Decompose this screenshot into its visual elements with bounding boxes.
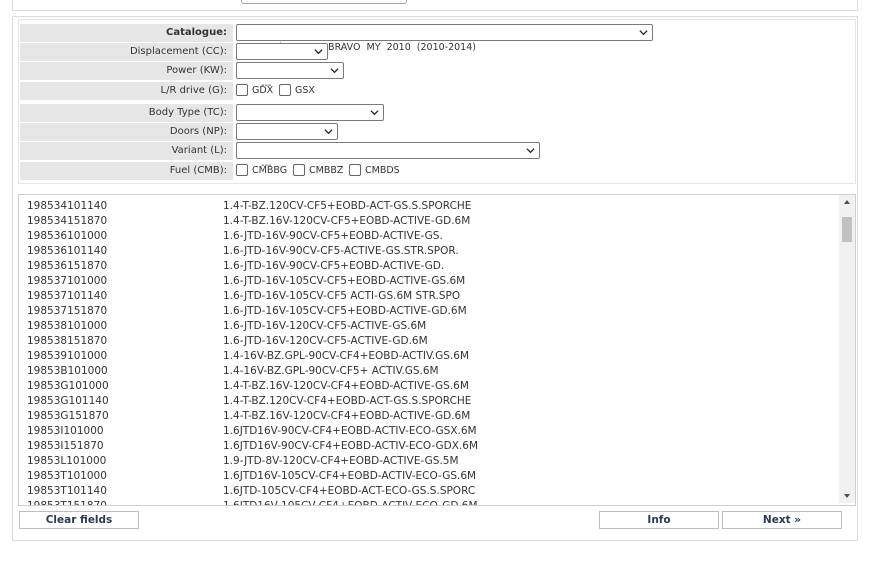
scroll-down-arrow-icon[interactable] bbox=[839, 489, 855, 503]
previous-input-edge bbox=[241, 0, 407, 4]
previous-section-frame bbox=[12, 0, 858, 11]
scrollbar-thumb[interactable] bbox=[842, 217, 852, 242]
cmbbg-checkbox[interactable] bbox=[236, 164, 248, 176]
vertical-scrollbar[interactable] bbox=[839, 195, 855, 503]
catalogue-select[interactable]: 3Y | NUOVA BRAVO MY 2010 (2010-2014) bbox=[236, 24, 653, 53]
list-item-description: 1.4-16V-BZ.GPL-90CV-CF5+ ACTIV.GS.6M bbox=[223, 365, 439, 377]
list-item-description: 1.9-JTD-8V-120CV-CF4+EOBD-ACTIVE-GS.5M bbox=[223, 455, 459, 467]
clear-fields-button[interactable]: Clear fields bbox=[19, 511, 139, 529]
list-item-description: 1.4-T-BZ.120CV-CF4+EOBD-ACT-GS.S.SPORCHE bbox=[223, 395, 472, 407]
list-item-description: 1.6-JTD-16V-120CV-CF5-ACTIVE-GD.6M bbox=[223, 335, 428, 347]
list-item-code: 198536151870 bbox=[27, 260, 108, 272]
list-item-code: 198534101140 bbox=[27, 200, 108, 212]
body-type-select[interactable]: --- bbox=[236, 104, 384, 133]
chevron-down-icon bbox=[526, 148, 535, 154]
chevron-down-icon bbox=[639, 30, 648, 36]
body-type-row: Body Type (TC): --- bbox=[19, 104, 855, 133]
list-item-code: 19853G101000 bbox=[27, 380, 109, 392]
list-item-code: 19853B101000 bbox=[27, 365, 108, 377]
doors-label: Doors (NP): bbox=[20, 123, 233, 141]
displacement-row: Displacement (CC): --- bbox=[19, 43, 855, 72]
catalogue-label: Catalogue: bbox=[20, 24, 233, 42]
doors-select[interactable]: --- bbox=[236, 123, 338, 152]
filter-form: Catalogue: 3Y | NUOVA BRAVO MY 2010 (201… bbox=[18, 19, 856, 184]
list-item-code: 198538151870 bbox=[27, 335, 108, 347]
displacement-select[interactable]: --- bbox=[236, 43, 328, 72]
gdx-label: GDX bbox=[252, 85, 274, 96]
variant-select[interactable]: --- bbox=[236, 142, 540, 171]
list-item-code: 198538101000 bbox=[27, 320, 108, 332]
gdx-checkbox[interactable] bbox=[236, 84, 248, 96]
list-item-code: 19853T101140 bbox=[27, 485, 107, 497]
list-item-description: 1.6-JTD-16V-120CV-CF5-ACTIVE-GS.6M bbox=[223, 320, 427, 332]
fuel-row: Fuel (CMB): CMBBG CMBBZ CMBDS bbox=[19, 162, 855, 180]
list-item-code: 198536101140 bbox=[27, 245, 108, 257]
lr-drive-row: L/R drive (G): GDX GSX bbox=[19, 82, 855, 100]
list-item-description: 1.4-T-BZ.16V-120CV-CF5+EOBD-ACTIVE-GD.6M bbox=[223, 215, 471, 227]
chevron-down-icon bbox=[370, 110, 379, 116]
variant-label: Variant (L): bbox=[20, 142, 233, 160]
list-item-description: 1.6JTD16V-90CV-CF4+EOBD-ACTIV-ECO-GDX.6M bbox=[223, 440, 479, 452]
list-item-description: 1.6-JTD-16V-105CV-CF5+EOBD-ACTIVE-GS.6M bbox=[223, 275, 466, 287]
gsx-checkbox[interactable] bbox=[279, 84, 291, 96]
list-item-description: 1.6JTD-105CV-CF4+EOBD-ACT-ECO-GS.S.SPORC bbox=[223, 485, 476, 497]
body-type-label: Body Type (TC): bbox=[20, 104, 233, 122]
scroll-up-arrow-icon[interactable] bbox=[839, 195, 855, 209]
power-label: Power (KW): bbox=[20, 62, 233, 80]
list-item-code: 19853G151870 bbox=[27, 410, 109, 422]
list-item-code: 198534151870 bbox=[27, 215, 108, 227]
list-item-description: 1.4-T-BZ.16V-120CV-CF4+EOBD-ACTIVE-GS.6M bbox=[223, 380, 469, 392]
info-button[interactable]: Info bbox=[599, 511, 719, 529]
list-item-description: 1.6-JTD-16V-90CV-CF5+EOBD-ACTIVE-GS. bbox=[223, 230, 443, 242]
cmbbg-label: CMBBG bbox=[252, 165, 288, 176]
list-item-description: 1.4-T-BZ.120CV-CF5+EOBD-ACT-GS.S.SPORCHE bbox=[223, 200, 472, 212]
list-item-description: 1.6JTD16V-105CV-CF4+EOBD-ACTIV-ECO-GD.6M bbox=[223, 500, 478, 506]
gsx-label: GSX bbox=[295, 85, 315, 96]
list-item-code: 19853L101000 bbox=[27, 455, 107, 467]
list-item-code: 198537151870 bbox=[27, 305, 108, 317]
chevron-down-icon bbox=[314, 49, 323, 55]
cmbbz-checkbox[interactable] bbox=[293, 164, 305, 176]
list-item-description: 1.6-JTD-16V-90CV-CF5-ACTIVE-GS.STR.SPOR. bbox=[223, 245, 459, 257]
power-select[interactable]: --- bbox=[236, 62, 344, 91]
chevron-down-icon bbox=[324, 129, 333, 135]
cmbds-checkbox[interactable] bbox=[349, 164, 361, 176]
results-listbox[interactable]: 198534101140 1.4-T-BZ.120CV-CF5+EOBD-ACT-… bbox=[18, 194, 856, 506]
chevron-down-icon bbox=[330, 68, 339, 74]
list-item-code: 19853T101000 bbox=[27, 470, 107, 482]
list-item-code: 198536101000 bbox=[27, 230, 108, 242]
variant-row: Variant (L): --- bbox=[19, 142, 855, 171]
list-item-code: 198537101140 bbox=[27, 290, 108, 302]
list-item-description: 1.4-16V-BZ.GPL-90CV-CF4+EOBD-ACTIV.GS.6M bbox=[223, 350, 470, 362]
list-item-code: 19853G101140 bbox=[27, 395, 109, 407]
list-item-code: 19853I101000 bbox=[27, 425, 104, 437]
list-item-description: 1.4-T-BZ.16V-120CV-CF4+EOBD-ACTIVE-GD.6M bbox=[223, 410, 471, 422]
cmbbz-label: CMBBZ bbox=[309, 165, 344, 176]
list-item-description: 1.6JTD16V-105CV-CF4+EOBD-ACTIV-ECO-GS.6M bbox=[223, 470, 477, 482]
list-item-code: 198537101000 bbox=[27, 275, 108, 287]
list-item-code: 19853I151870 bbox=[27, 440, 104, 452]
list-item-code: 198539101000 bbox=[27, 350, 108, 362]
list-item-description: 1.6-JTD-16V-105CV-CF5 ACTI-GS.6M STR.SPO bbox=[223, 290, 461, 302]
list-item-description: 1.6-JTD-16V-90CV-CF5+EOBD-ACTIVE-GD. bbox=[223, 260, 445, 272]
doors-row: Doors (NP): --- bbox=[19, 123, 855, 152]
power-row: Power (KW): --- bbox=[19, 62, 855, 91]
displacement-label: Displacement (CC): bbox=[20, 43, 233, 61]
fuel-label: Fuel (CMB): bbox=[20, 162, 233, 180]
list-item-description: 1.6-JTD-16V-105CV-CF5+EOBD-ACTIVE-GD.6M bbox=[223, 305, 467, 317]
next-button[interactable]: Next » bbox=[722, 511, 842, 529]
lr-drive-label: L/R drive (G): bbox=[20, 82, 233, 100]
catalogue-row: Catalogue: 3Y | NUOVA BRAVO MY 2010 (201… bbox=[19, 24, 855, 53]
list-item-description: 1.6JTD16V-90CV-CF4+EOBD-ACTIV-ECO-GSX.6M bbox=[223, 425, 477, 437]
list-item-code: 19853T151870 bbox=[27, 500, 107, 506]
cmbds-label: CMBDS bbox=[365, 165, 400, 176]
